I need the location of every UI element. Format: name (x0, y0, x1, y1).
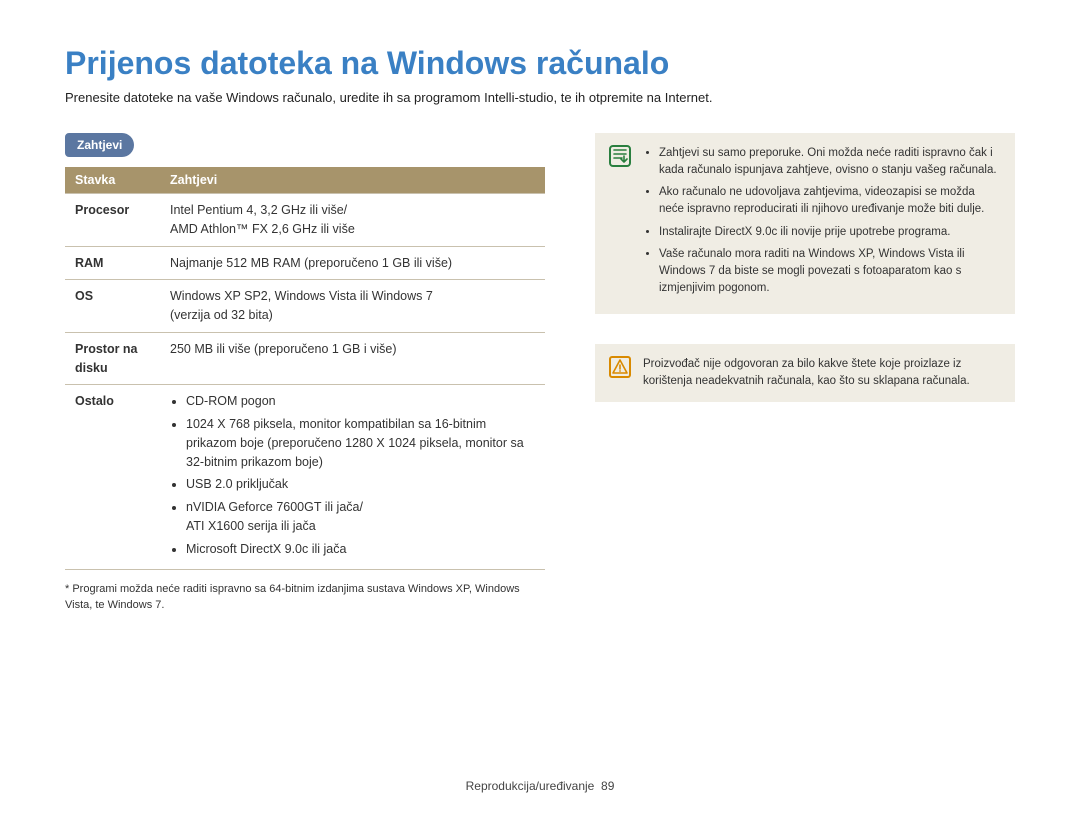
note-item: Vaše računalo mora raditi na Windows XP,… (659, 246, 1001, 296)
page-title: Prijenos datoteka na Windows računalo (65, 45, 1015, 82)
intro-text: Prenesite datoteke na vaše Windows račun… (65, 90, 1015, 105)
row-value-ram: Najmanje 512 MB RAM (preporučeno 1 GB il… (160, 246, 545, 280)
table-row: OS Windows XP SP2, Windows Vista ili Win… (65, 280, 545, 333)
col-header-item: Stavka (65, 167, 160, 194)
row-value-os: Windows XP SP2, Windows Vista ili Window… (160, 280, 545, 333)
list-item: Microsoft DirectX 9.0c ili jača (186, 540, 535, 559)
text: AMD Athlon™ FX 2,6 GHz ili više (170, 222, 355, 236)
right-column: Zahtjevi su samo preporuke. Oni možda ne… (595, 133, 1015, 613)
text: Intel Pentium 4, 3,2 GHz ili više/ (170, 203, 347, 217)
left-column: Zahtjevi Stavka Zahtjevi Procesor Intel … (65, 133, 545, 613)
table-row: Ostalo CD-ROM pogon 1024 X 768 piksela, … (65, 385, 545, 570)
list-item: USB 2.0 priključak (186, 475, 535, 494)
row-label-os: OS (65, 280, 160, 333)
footnote-text: * Programi možda neće raditi ispravno sa… (65, 582, 545, 613)
row-value-ostalo: CD-ROM pogon 1024 X 768 piksela, monitor… (160, 385, 545, 570)
warning-box: Proizvođač nije odgovoran za bilo kakve … (595, 344, 1015, 401)
text: (verzija od 32 bita) (170, 308, 273, 322)
section-heading: Zahtjevi (65, 133, 134, 157)
row-label-ram: RAM (65, 246, 160, 280)
row-label-ostalo: Ostalo (65, 385, 160, 570)
list-item: 1024 X 768 piksela, monitor kompatibilan… (186, 415, 535, 471)
table-row: Prostor na disku 250 MB ili više (prepor… (65, 332, 545, 385)
note-icon (609, 145, 631, 167)
note-item: Zahtjevi su samo preporuke. Oni možda ne… (659, 145, 1001, 178)
warning-text: Proizvođač nije odgovoran za bilo kakve … (643, 356, 1001, 389)
content-columns: Zahtjevi Stavka Zahtjevi Procesor Intel … (65, 133, 1015, 613)
list-item: CD-ROM pogon (186, 392, 535, 411)
list-item: nVIDIA Geforce 7600GT ili jača/ ATI X160… (186, 498, 535, 536)
table-row: Procesor Intel Pentium 4, 3,2 GHz ili vi… (65, 194, 545, 247)
note-item: Instalirajte DirectX 9.0c ili novije pri… (659, 224, 1001, 241)
row-label-disk: Prostor na disku (65, 332, 160, 385)
text: ATI X1600 serija ili jača (186, 519, 316, 533)
requirements-table: Stavka Zahtjevi Procesor Intel Pentium 4… (65, 167, 545, 570)
table-row: RAM Najmanje 512 MB RAM (preporučeno 1 G… (65, 246, 545, 280)
note-box: Zahtjevi su samo preporuke. Oni možda ne… (595, 133, 1015, 314)
warning-icon (609, 356, 631, 378)
note-item: Ako računalo ne udovoljava zahtjevima, v… (659, 184, 1001, 217)
row-value-disk: 250 MB ili više (preporučeno 1 GB i više… (160, 332, 545, 385)
col-header-req: Zahtjevi (160, 167, 545, 194)
footer-section: Reprodukcija/uređivanje (466, 779, 595, 793)
text: nVIDIA Geforce 7600GT ili jača/ (186, 500, 363, 514)
footer-page-number: 89 (601, 779, 614, 793)
row-value-procesor: Intel Pentium 4, 3,2 GHz ili više/ AMD A… (160, 194, 545, 247)
row-label-procesor: Procesor (65, 194, 160, 247)
text: Windows XP SP2, Windows Vista ili Window… (170, 289, 433, 303)
page-footer: Reprodukcija/uređivanje 89 (0, 779, 1080, 793)
